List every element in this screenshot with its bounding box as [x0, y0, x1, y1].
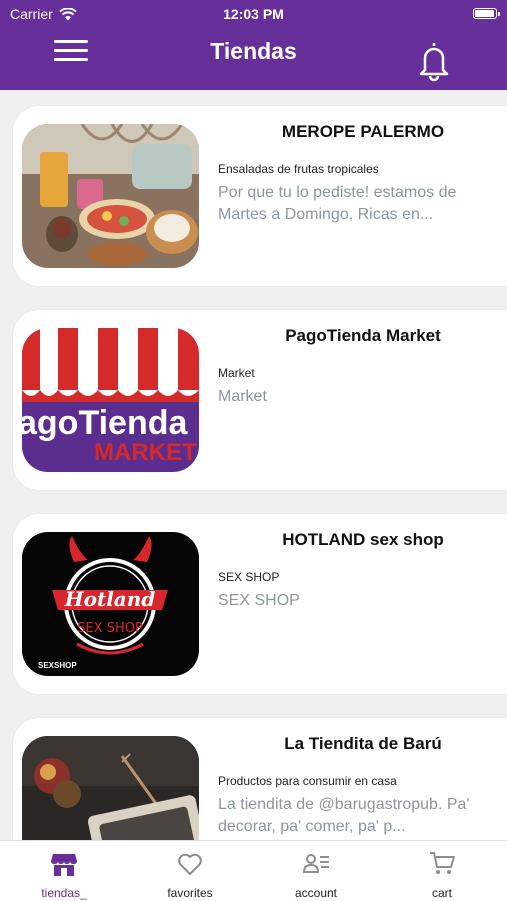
- hotland-logo-text: Hotland: [64, 587, 156, 611]
- tab-tiendas[interactable]: tiendas_: [14, 841, 114, 901]
- tab-label: cart: [431, 886, 452, 900]
- store-card[interactable]: Hotland SEX SHOP SEXSHOP HOTLAND sex sho…: [13, 514, 507, 694]
- store-image-hotland: Hotland SEX SHOP SEXSHOP: [22, 532, 199, 676]
- store-name: La Tiendita de Barú: [284, 734, 442, 753]
- account-icon: [302, 854, 329, 873]
- tab-account[interactable]: account: [266, 841, 366, 901]
- store-name: MEROPE PALERMO: [281, 122, 445, 141]
- status-time: 12:03 PM: [223, 6, 284, 22]
- store-image-pagotienda: agoTienda MARKET: [22, 328, 199, 472]
- tab-label: account: [294, 886, 338, 900]
- bottom-tab-bar: tiendas_ favorites account cart: [0, 840, 507, 901]
- store-description: Por que tu lo pediste! estamos de Martes…: [218, 184, 457, 223]
- store-list[interactable]: MEROPE PALERMO Ensaladas de frutas tropi…: [0, 90, 507, 840]
- store-image-merope: [22, 124, 199, 268]
- battery-icon: [473, 8, 500, 19]
- store-category: Productos para consumir en casa: [218, 774, 397, 788]
- pagotienda-logo-text: agoTienda: [22, 404, 188, 442]
- store-name: PagoTienda Market: [285, 326, 441, 345]
- tab-label: tiendas_: [41, 886, 87, 900]
- heart-icon: [178, 853, 202, 875]
- store-category: Ensaladas de frutas tropicales: [218, 162, 379, 176]
- store-category: SEX SHOP: [218, 570, 280, 584]
- store-card[interactable]: agoTienda MARKET PagoTienda Market Marke…: [13, 310, 507, 490]
- store-description: SEX SHOP: [218, 592, 300, 609]
- hotland-sub-text: SEX SHOP: [77, 621, 143, 636]
- store-card[interactable]: La Tiendita de Barú Productos para consu…: [13, 718, 507, 840]
- pagotienda-market-text: MARKET: [94, 439, 197, 466]
- store-category: Market: [218, 366, 255, 380]
- hotland-corner-text: SEXSHOP: [38, 661, 77, 670]
- bell-icon: [419, 43, 449, 82]
- store-image-tiendita: [22, 736, 199, 840]
- store-description: Market: [218, 388, 267, 405]
- notifications-button[interactable]: [412, 40, 456, 82]
- store-card[interactable]: MEROPE PALERMO Ensaladas de frutas tropi…: [13, 106, 507, 286]
- cart-icon: [430, 852, 455, 874]
- top-bar: Carrier 12:03 PM Tiendas: [0, 0, 507, 90]
- tab-favorites[interactable]: favorites: [140, 841, 240, 901]
- store-name: HOTLAND sex shop: [282, 530, 444, 549]
- store-description: La tiendita de @barugastropub. Pa' decor…: [218, 796, 470, 835]
- tab-label: favorites: [167, 886, 213, 900]
- store-icon: [51, 854, 77, 876]
- tab-cart[interactable]: cart: [392, 841, 492, 901]
